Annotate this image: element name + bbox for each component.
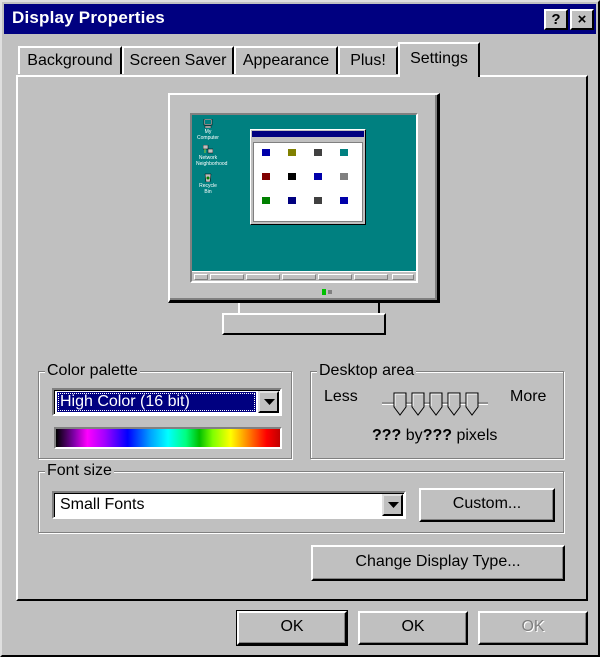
preview-taskbar-item	[354, 274, 388, 280]
resolution-width: ???	[372, 427, 402, 444]
resolution-pixels: pixels	[456, 427, 498, 444]
title-bar[interactable]: Display Properties ? ×	[4, 4, 596, 34]
font-size-label: Font size	[45, 461, 114, 481]
preview-window	[250, 129, 366, 225]
font-size-value: Small Fonts	[60, 496, 145, 513]
program-icon	[314, 197, 322, 204]
close-icon: ×	[577, 11, 587, 28]
preview-taskbar-item	[318, 274, 352, 280]
program-icon	[288, 149, 296, 156]
custom-button[interactable]: Custom...	[419, 488, 555, 522]
color-palette-value: High Color (16 bit)	[57, 392, 256, 412]
help-button[interactable]: ?	[544, 9, 568, 30]
color-palette-dropdown[interactable]: High Color (16 bit)	[52, 388, 282, 416]
tab-plus[interactable]: Plus!	[338, 46, 398, 74]
desktop-icon-label: Network Neighborhood	[196, 155, 228, 167]
monitor-preview: My Computer Network Neighborhood Recycle…	[168, 93, 440, 303]
power-led-icon	[322, 289, 332, 295]
program-icon	[262, 197, 270, 204]
program-icon	[314, 149, 322, 156]
tab-label: Plus!	[350, 52, 386, 69]
preview-clock	[392, 274, 414, 280]
window-title: Display Properties	[12, 8, 165, 27]
cancel-button-label: OK	[401, 618, 425, 635]
resolution-readout: ??? by??? pixels	[372, 427, 497, 445]
preview-taskbar-item	[282, 274, 316, 280]
tab-label: Settings	[410, 50, 468, 67]
tab-settings[interactable]: Settings	[398, 42, 480, 77]
network-neighborhood-icon: Network Neighborhood	[196, 145, 227, 167]
resolution-height: ???	[422, 427, 453, 444]
custom-button-label: Custom...	[452, 495, 522, 512]
resolution-by: by	[405, 427, 423, 444]
color-palette-dropdown-button[interactable]	[258, 391, 279, 413]
apply-button[interactable]: OK	[478, 611, 588, 645]
program-icon	[288, 197, 296, 204]
desktop-icon-label: My Computer	[197, 129, 219, 141]
monitor-base	[222, 313, 386, 335]
tab-label: Screen Saver	[129, 52, 227, 69]
less-label: Less	[324, 388, 358, 405]
recycle-bin-icon: Recycle Bin	[196, 173, 220, 195]
preview-taskbar-item	[246, 274, 280, 280]
font-size-dropdown-button[interactable]	[382, 494, 403, 516]
chevron-down-icon	[264, 399, 275, 405]
preview-taskbar	[192, 271, 416, 281]
program-icon	[340, 173, 348, 180]
network-icon	[203, 145, 213, 154]
ok-button[interactable]: OK	[236, 610, 348, 646]
display-properties-window: Display Properties ? × Background Screen…	[0, 0, 600, 657]
tab-appearance[interactable]: Appearance	[234, 46, 338, 74]
desktop-preview: My Computer Network Neighborhood Recycle…	[190, 113, 418, 283]
change-display-type-button[interactable]: Change Display Type...	[311, 545, 565, 581]
program-icon	[262, 149, 270, 156]
computer-icon	[203, 119, 213, 128]
color-palette-label: Color palette	[45, 361, 140, 381]
desktop-icon-label: Recycle Bin	[199, 183, 217, 195]
preview-taskbar-item	[210, 274, 244, 280]
my-computer-icon: My Computer	[196, 119, 220, 141]
more-label: More	[510, 388, 547, 405]
chevron-down-icon	[388, 502, 399, 508]
program-icon	[314, 173, 322, 180]
desktop-area-slider[interactable]	[380, 391, 490, 421]
program-icon	[288, 173, 296, 180]
change-display-type-label: Change Display Type...	[355, 553, 521, 570]
color-spectrum-bar	[54, 427, 282, 449]
apply-button-label: OK	[521, 618, 545, 635]
tab-screen-saver[interactable]: Screen Saver	[122, 46, 234, 74]
preview-window-client	[253, 142, 363, 222]
tab-background[interactable]: Background	[18, 46, 122, 74]
font-size-dropdown[interactable]: Small Fonts	[52, 491, 406, 519]
program-icon	[340, 149, 348, 156]
tab-label: Background	[27, 52, 113, 69]
preview-start-button	[194, 274, 208, 280]
help-icon: ?	[551, 11, 561, 28]
tab-label: Appearance	[242, 52, 330, 69]
settings-panel: My Computer Network Neighborhood Recycle…	[16, 75, 588, 601]
close-button[interactable]: ×	[570, 9, 594, 30]
preview-window-titlebar	[252, 131, 364, 137]
program-icon	[262, 173, 270, 180]
cancel-button[interactable]: OK	[358, 611, 468, 645]
ok-button-label: OK	[280, 618, 304, 635]
recycle-bin-icon	[204, 173, 212, 182]
desktop-area-label: Desktop area	[317, 361, 417, 381]
program-icon	[340, 197, 348, 204]
